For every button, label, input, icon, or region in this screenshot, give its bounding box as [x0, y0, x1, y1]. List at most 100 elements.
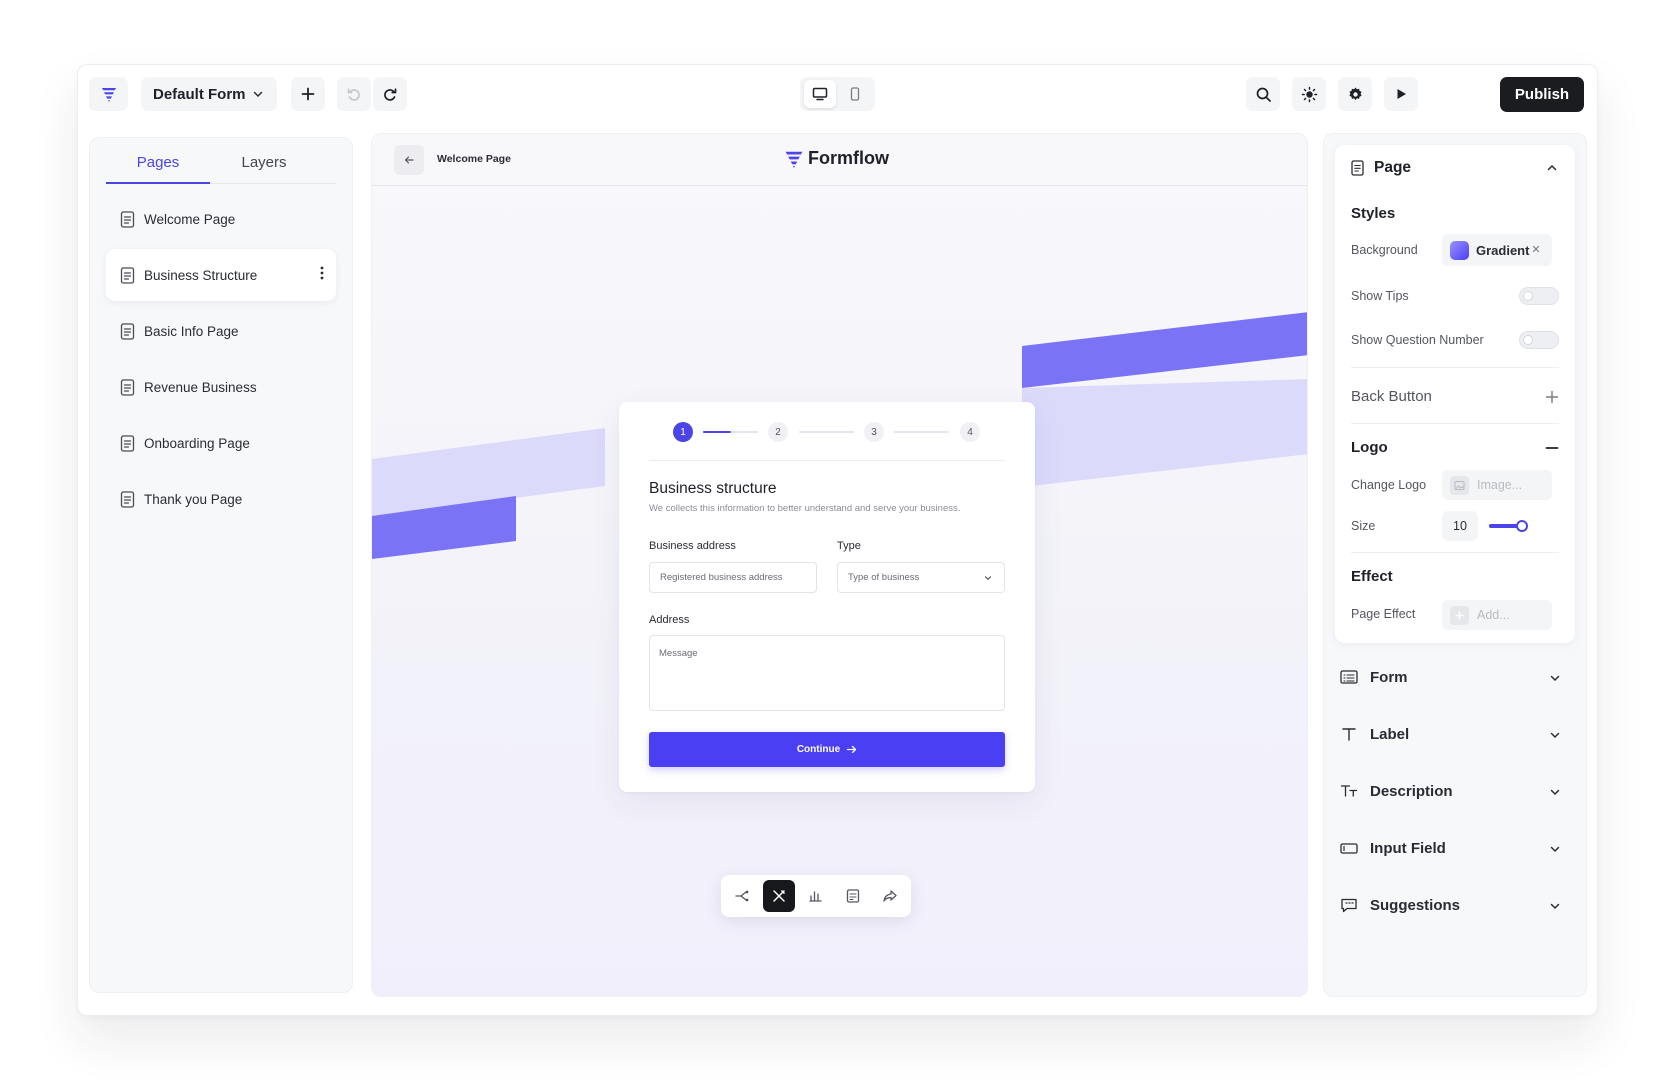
step-indicator[interactable]: 4 [960, 422, 980, 442]
divider [1351, 367, 1559, 368]
close-icon[interactable] [1530, 243, 1542, 255]
back-button-title: Back Button [1351, 388, 1432, 405]
brand-name: Formflow [808, 148, 889, 168]
show-tips-label: Show Tips [1351, 289, 1409, 303]
accordion-description[interactable]: Description [1340, 774, 1572, 808]
change-logo-placeholder: Image... [1477, 478, 1523, 492]
show-question-number-toggle[interactable] [1519, 331, 1559, 349]
step-indicator[interactable]: 2 [768, 422, 788, 442]
page-item-thank-you[interactable]: Thank you Page [106, 473, 336, 525]
form-subtitle: We collects this information to better u… [649, 503, 961, 514]
responses-document-icon[interactable] [837, 880, 869, 912]
gradient-swatch [1450, 240, 1469, 260]
step-indicator[interactable]: 1 [673, 422, 693, 442]
page-effect-label: Page Effect [1351, 607, 1416, 621]
page-icon [120, 434, 135, 452]
design-tools-icon[interactable] [763, 880, 795, 912]
size-slider[interactable] [1489, 519, 1529, 533]
step-indicator[interactable]: 3 [864, 422, 884, 442]
panel-tabs: Pages Layers [106, 150, 336, 184]
change-logo-label: Change Logo [1351, 478, 1427, 492]
change-logo-input[interactable]: Image... [1442, 470, 1552, 500]
address-label: Address [649, 614, 690, 626]
accordion-label: Input Field [1370, 839, 1446, 857]
add-icon[interactable] [1545, 390, 1559, 404]
size-label: Size [1351, 519, 1376, 533]
accordion-label: Label [1370, 725, 1410, 743]
styles-title: Styles [1351, 205, 1396, 222]
page-item-label: Welcome Page [144, 211, 236, 227]
business-address-input[interactable]: Registered business address [649, 562, 817, 593]
tab-pages[interactable]: Pages [106, 150, 210, 184]
toggle-knob [1523, 291, 1533, 301]
page-icon [120, 378, 135, 396]
accordion-suggestions[interactable]: Suggestions [1340, 888, 1572, 922]
divider [1351, 423, 1559, 424]
canvas-page-title: Welcome Page [437, 153, 511, 165]
search-icon[interactable] [1246, 77, 1280, 111]
page-item-onboarding[interactable]: Onboarding Page [106, 417, 336, 469]
formflow-logo-icon[interactable] [89, 77, 128, 111]
page-item-basic-info[interactable]: Basic Info Page [106, 305, 336, 357]
toggle-knob [1523, 335, 1533, 345]
app-window: Default Form Publish Pages Layers Welcom… [77, 64, 1598, 1016]
slider-thumb[interactable] [1516, 520, 1528, 532]
theme-sun-icon[interactable] [1292, 77, 1326, 111]
page-item-welcome[interactable]: Welcome Page [106, 193, 336, 245]
mobile-view-icon[interactable] [839, 80, 871, 108]
formflow-brand-icon [785, 151, 803, 168]
publish-button[interactable]: Publish [1500, 77, 1584, 112]
page-item-label: Basic Info Page [144, 323, 239, 339]
canvas-toolbar-dock [721, 875, 911, 917]
chevron-down-icon [253, 91, 263, 98]
effect-title: Effect [1351, 568, 1393, 585]
text-t-icon [1342, 728, 1356, 741]
logic-branch-icon[interactable] [726, 880, 758, 912]
type-select[interactable]: Type of business [837, 562, 1005, 593]
divider [1351, 552, 1559, 553]
show-tips-toggle[interactable] [1519, 287, 1559, 305]
page-item-revenue-business[interactable]: Revenue Business [106, 361, 336, 413]
page-item-label: Onboarding Page [144, 435, 250, 451]
background-label: Background [1351, 243, 1418, 257]
page-effect-input[interactable]: Add... [1442, 600, 1552, 630]
page-section-title: Page [1374, 159, 1412, 176]
analytics-chart-icon[interactable] [800, 880, 832, 912]
divider [649, 460, 1005, 461]
step-connector [799, 431, 854, 433]
accordion-label[interactable]: Label [1340, 717, 1572, 751]
minus-icon[interactable] [1545, 441, 1559, 455]
page-section-header[interactable]: Page [1351, 159, 1411, 177]
text-size-icon [1340, 785, 1358, 797]
accordion-label: Suggestions [1370, 896, 1461, 914]
undo-icon[interactable] [337, 77, 371, 111]
page-item-business-structure[interactable]: Business Structure [106, 249, 336, 301]
tab-layers[interactable]: Layers [212, 150, 316, 184]
page-item-label: Business Structure [144, 267, 258, 283]
preview-play-icon[interactable] [1384, 77, 1418, 111]
brand-logo: Formflow [784, 148, 889, 169]
accordion-form[interactable]: Form [1340, 660, 1572, 694]
page-item-label: Thank you Page [144, 491, 243, 507]
page-icon [120, 322, 135, 340]
more-options-icon[interactable] [320, 266, 324, 283]
add-icon[interactable] [291, 77, 325, 111]
page-effect-placeholder: Add... [1477, 608, 1510, 622]
settings-gear-icon[interactable] [1338, 77, 1372, 111]
chevron-down-icon [1550, 675, 1560, 682]
input-field-icon [1340, 843, 1358, 854]
size-value[interactable]: 10 [1442, 511, 1478, 541]
share-icon[interactable] [874, 880, 906, 912]
chevron-up-icon[interactable] [1545, 161, 1559, 175]
back-arrow-icon[interactable] [394, 145, 424, 175]
desktop-view-icon[interactable] [804, 80, 836, 108]
accordion-input-field[interactable]: Input Field [1340, 831, 1572, 865]
background-gradient-chip[interactable]: Gradient [1442, 234, 1552, 266]
step-connector [703, 431, 758, 433]
continue-button[interactable]: Continue [649, 732, 1005, 767]
image-icon [1450, 475, 1469, 495]
form-selector[interactable]: Default Form [141, 77, 277, 111]
address-textarea[interactable]: Message [649, 635, 1005, 711]
redo-icon[interactable] [373, 77, 407, 111]
page-item-label: Revenue Business [144, 379, 257, 395]
